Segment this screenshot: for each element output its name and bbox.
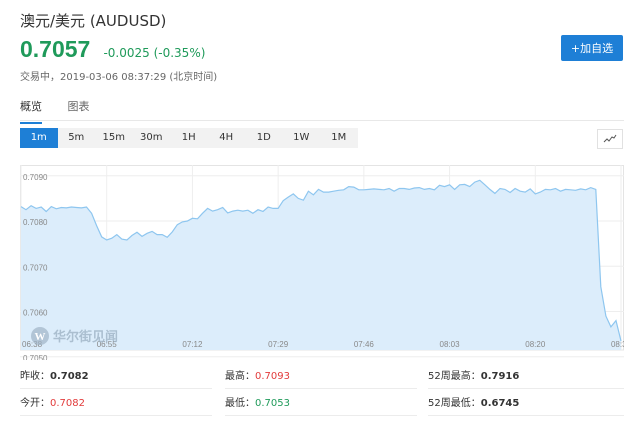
period-selector: 1m 5m 15m 30m 1H 4H 1D 1W 1M [20, 128, 358, 148]
period-5m[interactable]: 5m [58, 128, 96, 148]
stats-divider [20, 415, 212, 416]
y-tick-label: 0.7050 [23, 354, 48, 360]
stat-52wk-low: 52周最低：0.6745 [428, 398, 520, 409]
period-1d[interactable]: 1D [245, 128, 283, 148]
stat-open: 今开：0.7082 [20, 398, 85, 409]
price-change: -0.0025 (-0.35%) [103, 46, 206, 60]
x-tick-label: 08:20 [525, 340, 546, 349]
y-tick-label: 0.7070 [23, 263, 48, 272]
stat-high: 最高：0.7093 [225, 371, 290, 382]
tab-chart[interactable]: 图表 [68, 98, 90, 122]
watermark-logo: W 华尔街见闻 [31, 327, 118, 345]
x-tick-label: 08:03 [440, 340, 461, 349]
stats-divider [428, 388, 624, 389]
period-1w[interactable]: 1W [283, 128, 321, 148]
watermark-icon-glyph: W [35, 331, 46, 343]
chart-type-button[interactable] [597, 129, 623, 149]
price-row: 0.7057 -0.0025 (-0.35%) [20, 36, 205, 63]
price-chart-svg: 0.70900.70800.70700.70600.705006:38 06:55… [20, 165, 624, 360]
stat-low: 最低：0.7053 [225, 398, 290, 409]
stats-divider [225, 388, 417, 389]
add-to-watchlist-button[interactable]: +加自选 [561, 35, 623, 61]
x-tick-label: 07:46 [354, 340, 375, 349]
y-tick-label: 0.7090 [23, 173, 48, 182]
stats-divider [225, 415, 417, 416]
period-1m[interactable]: 1m [20, 128, 58, 148]
instrument-title: 澳元/美元 (AUDUSD) [20, 12, 167, 30]
stat-52wk-high: 52周最高：0.7916 [428, 371, 520, 382]
stats-divider [428, 415, 624, 416]
period-1mo[interactable]: 1M [320, 128, 358, 148]
stats-divider [20, 388, 212, 389]
x-tick-label: 07:12 [182, 340, 203, 349]
current-price: 0.7057 [20, 36, 91, 62]
period-1h[interactable]: 1H [170, 128, 208, 148]
line-chart-icon [603, 134, 617, 143]
trading-status: 交易中，2019-03-06 08:37:29 (北京时间) [20, 72, 218, 83]
x-tick-label: 07:29 [268, 340, 289, 349]
watermark-text: 华尔街见闻 [53, 329, 118, 345]
y-tick-label: 0.7060 [23, 309, 48, 318]
y-tick-label: 0.7080 [23, 218, 48, 227]
stat-prev-close: 昨收：0.7082 [20, 371, 89, 382]
period-15m[interactable]: 15m [95, 128, 133, 148]
price-chart: 0.7090 0.7080 0.7070 0.7060 0.7050 06:38 06:55… [20, 165, 624, 360]
tabs-divider [20, 120, 624, 121]
x-tick-label: 08:37 [611, 340, 624, 349]
period-30m[interactable]: 30m [133, 128, 171, 148]
period-4h[interactable]: 4H [208, 128, 246, 148]
